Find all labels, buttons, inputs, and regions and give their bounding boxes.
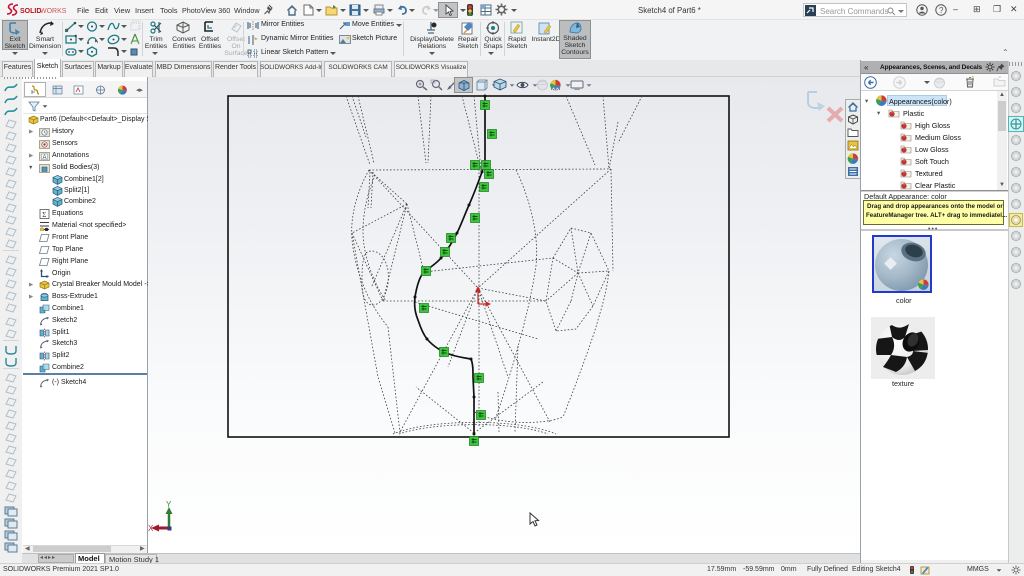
svg-text:A: A: [43, 155, 47, 161]
svg-text:Σ: Σ: [42, 211, 46, 219]
svg-text:?: ?: [939, 6, 944, 15]
